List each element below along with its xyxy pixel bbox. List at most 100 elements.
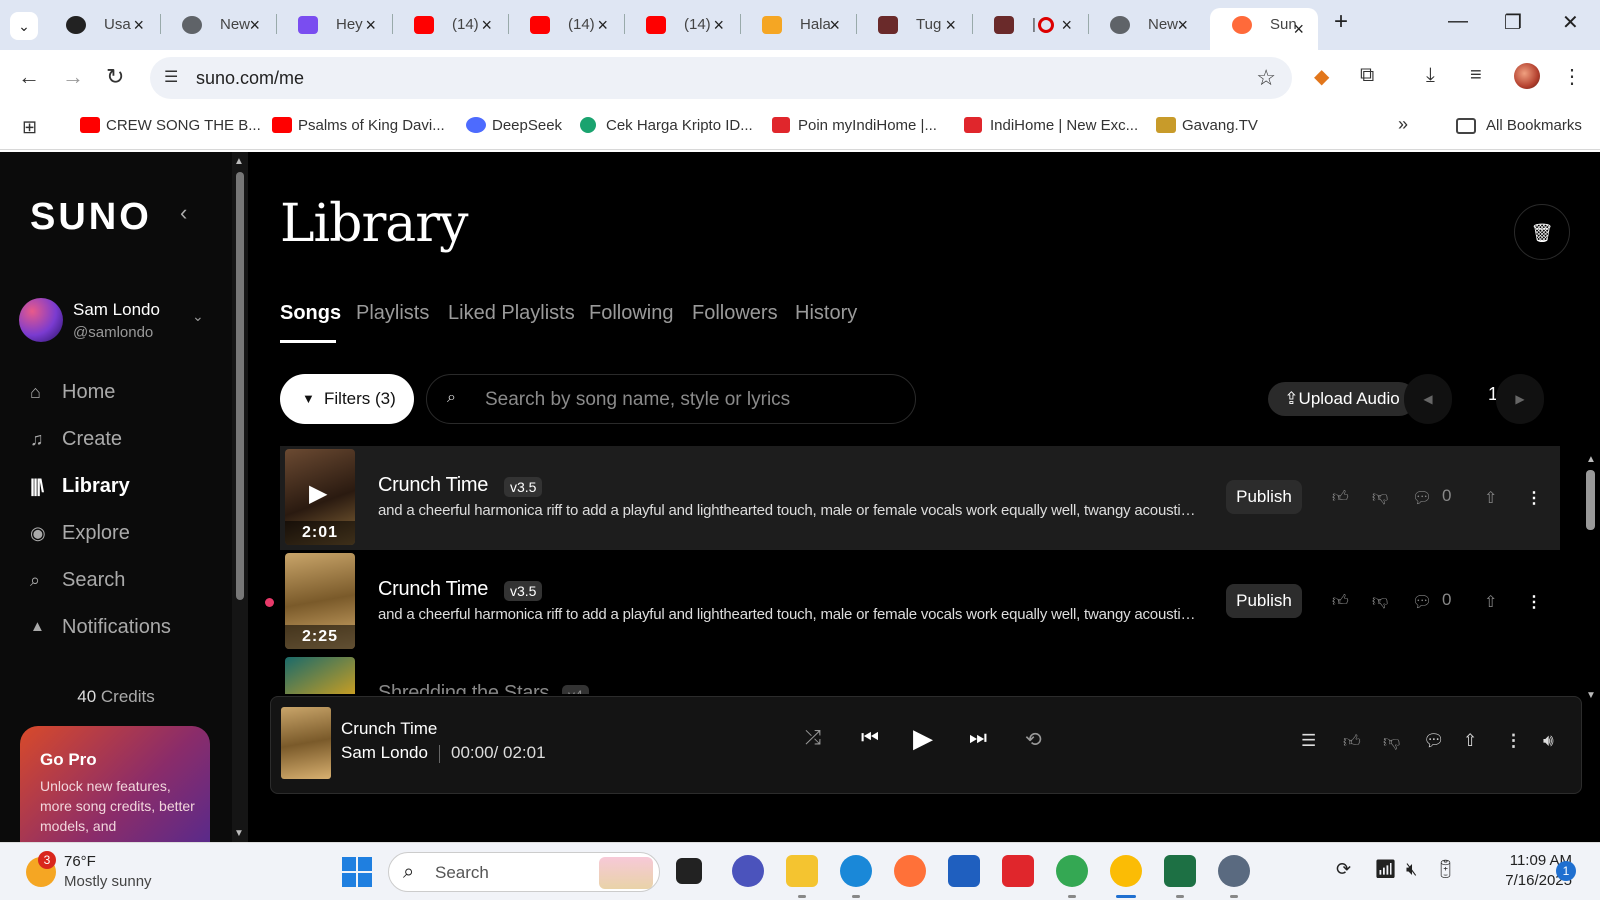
- song-title[interactable]: Crunch Time: [378, 578, 488, 601]
- comment-icon[interactable]: 💬︎: [1423, 731, 1445, 751]
- song-list-scrollbar-thumb[interactable]: [1586, 470, 1595, 530]
- filters-button[interactable]: ▼ Filters (3): [280, 374, 414, 424]
- song-search-input[interactable]: [485, 387, 895, 413]
- tab-followers[interactable]: Followers: [692, 302, 778, 325]
- bookmark-item[interactable]: Psalms of King Davi...: [272, 117, 445, 134]
- share-icon[interactable]: ⇧: [1484, 488, 1497, 508]
- thumbs-up-icon[interactable]: 👍︎: [1332, 592, 1349, 611]
- publish-button[interactable]: Publish: [1226, 584, 1302, 618]
- bookmark-item[interactable]: IndiHome | New Exc...: [964, 117, 1138, 134]
- collapse-sidebar-icon[interactable]: ‹: [180, 200, 187, 226]
- close-tab-icon[interactable]: ×: [1293, 12, 1304, 46]
- back-icon[interactable]: ←: [18, 64, 40, 90]
- play-icon[interactable]: ▶: [309, 479, 327, 508]
- apps-grid-icon[interactable]: ⊞: [22, 117, 37, 138]
- user-name[interactable]: Sam Londo: [73, 300, 160, 320]
- more-options-icon[interactable]: ⋮: [1526, 592, 1542, 612]
- taskbar-search[interactable]: ⌕ Search: [388, 852, 660, 892]
- close-tab-icon[interactable]: ×: [133, 8, 144, 42]
- browser-tab-active[interactable]: Sun ×: [1210, 8, 1318, 50]
- player-artist[interactable]: Sam Londo: [341, 743, 428, 763]
- list-scroll-up-icon[interactable]: ▲: [1586, 454, 1596, 465]
- tab-songs[interactable]: Songs: [280, 302, 341, 325]
- firefox-icon[interactable]: [894, 855, 926, 887]
- store-icon[interactable]: [948, 855, 980, 887]
- nav-item-notifications[interactable]: ▲ Notifications: [30, 613, 171, 641]
- browser-tab[interactable]: (14) ×: [508, 8, 622, 42]
- thumbs-down-icon[interactable]: 👎︎: [1372, 592, 1388, 611]
- battery-icon[interactable]: 🔋︎: [1434, 859, 1457, 880]
- sync-icon[interactable]: ⟳: [1336, 859, 1351, 880]
- all-bookmarks-button[interactable]: All Bookmarks: [1456, 117, 1582, 134]
- task-view-icon[interactable]: [676, 858, 702, 884]
- suno-logo[interactable]: SUNO: [30, 196, 152, 239]
- metamask-icon[interactable]: ◆: [1314, 64, 1329, 89]
- thumbs-up-icon[interactable]: 👍︎: [1343, 731, 1361, 752]
- chevron-down-icon[interactable]: ⌄: [192, 308, 204, 325]
- reload-icon[interactable]: ↻: [106, 64, 124, 90]
- wps-icon[interactable]: [1002, 855, 1034, 887]
- bookmark-item[interactable]: Cek Harga Kripto ID...: [580, 117, 753, 134]
- song-search-box[interactable]: ⌕: [426, 374, 916, 424]
- nav-item-home[interactable]: ⌂ Home: [30, 378, 115, 406]
- tab-playlists[interactable]: Playlists: [356, 302, 429, 325]
- browser-tab[interactable]: New ×: [160, 8, 274, 42]
- browser-tab[interactable]: New ×: [1088, 8, 1202, 42]
- close-tab-icon[interactable]: ×: [481, 8, 492, 42]
- nav-item-explore[interactable]: ◉ Explore: [30, 519, 130, 547]
- bookmark-star-icon[interactable]: ☆: [1256, 65, 1276, 91]
- nav-item-library[interactable]: |||\ Library: [30, 472, 130, 500]
- user-avatar[interactable]: [19, 298, 63, 342]
- tab-history[interactable]: History: [795, 302, 857, 325]
- volume-muted-icon[interactable]: 🔇︎: [1406, 859, 1417, 880]
- next-page-icon[interactable]: ▶: [1496, 374, 1544, 424]
- browser-tab[interactable]: (14) ×: [392, 8, 506, 42]
- restore-icon[interactable]: ❐: [1504, 10, 1522, 35]
- file-explorer-icon[interactable]: [786, 855, 818, 887]
- more-options-icon[interactable]: ⋮: [1505, 731, 1522, 751]
- tab-following[interactable]: Following: [589, 302, 673, 325]
- thumbs-down-icon[interactable]: 👎︎: [1383, 731, 1400, 752]
- close-window-icon[interactable]: ✕: [1562, 10, 1579, 35]
- bookmarks-overflow-button[interactable]: »: [1398, 114, 1408, 135]
- close-tab-icon[interactable]: ×: [365, 8, 376, 42]
- share-icon[interactable]: ⇧: [1463, 731, 1477, 751]
- sidebar-scrollbar-thumb[interactable]: [236, 172, 244, 600]
- thumbs-up-icon[interactable]: 👍︎: [1332, 488, 1349, 507]
- start-button[interactable]: [342, 857, 372, 887]
- menu-icon[interactable]: ⋮: [1562, 64, 1582, 89]
- player-thumbnail[interactable]: [281, 707, 331, 779]
- repeat-icon[interactable]: ⟲: [1025, 727, 1042, 752]
- close-tab-icon[interactable]: ×: [945, 8, 956, 42]
- song-row[interactable]: Shredding the Stars v4: [280, 654, 1560, 694]
- profile-avatar[interactable]: [1514, 63, 1540, 89]
- address-bar[interactable]: ☰ suno.com/me ☆: [150, 57, 1292, 99]
- edge-icon[interactable]: [840, 855, 872, 887]
- prev-page-icon[interactable]: ◀: [1404, 374, 1452, 424]
- close-tab-icon[interactable]: ×: [829, 8, 840, 42]
- shuffle-icon[interactable]: ⤮: [805, 727, 821, 750]
- download-icon[interactable]: ⤓: [1426, 64, 1435, 87]
- thumbs-down-icon[interactable]: 👎︎: [1372, 488, 1388, 507]
- forward-icon[interactable]: →: [62, 64, 84, 90]
- song-thumbnail[interactable]: 2:25: [285, 553, 355, 649]
- browser-tab[interactable]: Hala ×: [740, 8, 854, 42]
- song-title[interactable]: Shredding the Stars: [378, 682, 549, 694]
- browser-tab[interactable]: | ×: [972, 8, 1086, 42]
- browser-tab[interactable]: Usa ×: [44, 8, 158, 42]
- previous-track-icon[interactable]: ⏮︎: [861, 727, 879, 750]
- new-tab-button[interactable]: +: [1334, 8, 1348, 36]
- player-song-title[interactable]: Crunch Time: [341, 719, 437, 739]
- go-pro-card[interactable]: Go Pro Unlock new features, more song cr…: [20, 726, 210, 842]
- next-track-icon[interactable]: ⏭︎: [969, 727, 987, 750]
- extensions-icon[interactable]: ⧉: [1360, 64, 1374, 87]
- close-tab-icon[interactable]: ×: [249, 8, 260, 42]
- chrome-active-icon[interactable]: [1110, 855, 1142, 887]
- bookmark-item[interactable]: DeepSeek: [466, 117, 562, 134]
- song-thumbnail[interactable]: ▶ 2:01: [285, 449, 355, 545]
- close-tab-icon[interactable]: ×: [1177, 8, 1188, 42]
- chrome-icon[interactable]: [1056, 855, 1088, 887]
- volume-icon[interactable]: 🔊︎: [1543, 731, 1554, 751]
- bookmark-item[interactable]: Gavang.TV: [1156, 117, 1258, 134]
- browser-tab[interactable]: (14) ×: [624, 8, 738, 42]
